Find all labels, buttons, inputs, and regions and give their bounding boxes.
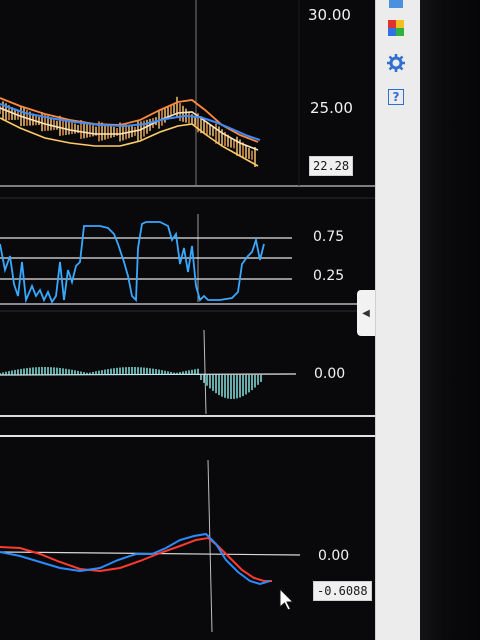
toolbar-top-icon[interactable] <box>386 0 406 12</box>
last-price-tag: 22.28 <box>309 156 354 176</box>
stoch-axis-label-upper: 0.75 <box>313 229 345 245</box>
histogram-axis-label: 0.00 <box>314 366 346 382</box>
crosshair-vertical <box>203 329 207 415</box>
color-palette-icon[interactable] <box>386 18 406 38</box>
help-icon[interactable]: ? <box>388 89 404 105</box>
help-icon-glyph: ? <box>392 90 400 104</box>
indicator-panels <box>0 0 375 633</box>
stoch-axis-label-lower: 0.25 <box>313 268 345 284</box>
side-toolbar: ? <box>375 0 421 640</box>
macd-last-value-tag: -0.6088 <box>313 581 372 601</box>
price-axis-label-mid: 25.00 <box>310 99 353 117</box>
monitor-bezel <box>420 0 480 640</box>
settings-gear-icon[interactable] <box>386 53 406 73</box>
stochastic-line <box>0 221 265 304</box>
macd-signal-line <box>0 536 272 582</box>
mouse-pointer-icon <box>279 588 295 611</box>
histogram-bars <box>0 367 262 399</box>
price-axis-label-top: 30.00 <box>308 6 351 24</box>
crosshair-vertical <box>207 459 213 633</box>
panel-collapse-handle[interactable]: ◀ <box>357 290 375 336</box>
macd-line <box>0 532 271 586</box>
chart-canvas[interactable]: 30.00 25.00 22.28 0.75 0.25 0.00 0.00 -0… <box>0 0 375 640</box>
macd-axis-label: 0.00 <box>318 548 350 564</box>
